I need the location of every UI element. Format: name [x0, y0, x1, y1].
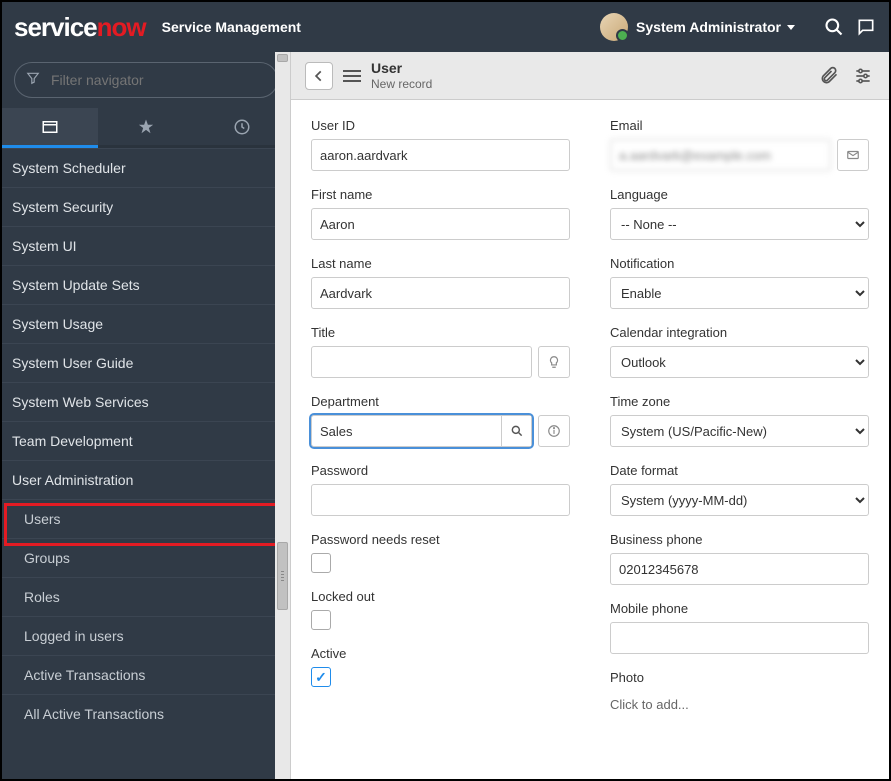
active-label: Active [311, 646, 570, 661]
nav-item-system-update-sets[interactable]: System Update Sets [2, 265, 290, 304]
form-right-column: Email Language -- None -- Noti [610, 118, 869, 712]
tab-all-applications[interactable] [2, 108, 98, 148]
date-format-label: Date format [610, 463, 869, 478]
form-header: User New record [291, 52, 889, 100]
chat-icon[interactable] [855, 16, 877, 38]
user-name-label[interactable]: System Administrator [636, 19, 781, 35]
sidebar-scrollbar[interactable] [275, 52, 290, 779]
language-label: Language [610, 187, 869, 202]
date-format-select[interactable]: System (yyyy-MM-dd) [610, 484, 869, 516]
nav-item-all-active-transactions[interactable]: All Active Transactions [2, 694, 290, 733]
first-name-label: First name [311, 187, 570, 202]
calendar-label: Calendar integration [610, 325, 869, 340]
nav-item-system-ui[interactable]: System UI [2, 226, 290, 265]
calendar-select[interactable]: Outlook [610, 346, 869, 378]
nav-item-system-web-services[interactable]: System Web Services [2, 382, 290, 421]
mobile-phone-input[interactable] [610, 622, 869, 654]
user-menu-caret-icon[interactable] [787, 25, 795, 30]
nav-item-system-usage[interactable]: System Usage [2, 304, 290, 343]
password-reset-label: Password needs reset [311, 532, 570, 547]
logo: servicenow [14, 12, 146, 43]
nav-item-system-user-guide[interactable]: System User Guide [2, 343, 290, 382]
nav-item-logged-in-users[interactable]: Logged in users [2, 616, 290, 655]
password-input[interactable] [311, 484, 570, 516]
department-lookup-icon[interactable] [501, 416, 531, 446]
email-label: Email [610, 118, 869, 133]
timezone-label: Time zone [610, 394, 869, 409]
nav-item-system-scheduler[interactable]: System Scheduler [2, 148, 290, 187]
last-name-input[interactable] [311, 277, 570, 309]
password-reset-checkbox[interactable] [311, 553, 331, 573]
top-banner: servicenow Service Management System Adm… [2, 2, 889, 52]
business-phone-input[interactable] [610, 553, 869, 585]
nav-item-roles[interactable]: Roles [2, 577, 290, 616]
nav-item-users[interactable]: Users [2, 499, 290, 538]
search-icon[interactable] [823, 16, 845, 38]
title-input[interactable] [311, 346, 532, 378]
left-sidebar: System SchedulerSystem SecuritySystem UI… [2, 52, 290, 779]
password-label: Password [311, 463, 570, 478]
nav-item-team-development[interactable]: Team Development [2, 421, 290, 460]
nav-item-active-transactions[interactable]: Active Transactions [2, 655, 290, 694]
department-label: Department [311, 394, 570, 409]
language-select[interactable]: -- None -- [610, 208, 869, 240]
first-name-input[interactable] [311, 208, 570, 240]
user-avatar[interactable] [600, 13, 628, 41]
user-id-input[interactable] [311, 139, 570, 171]
department-info-icon[interactable] [538, 415, 570, 447]
settings-icon[interactable] [851, 64, 875, 88]
email-send-icon[interactable] [837, 139, 869, 171]
back-button[interactable] [305, 62, 333, 90]
notification-label: Notification [610, 256, 869, 271]
mobile-phone-label: Mobile phone [610, 601, 869, 616]
department-input[interactable] [311, 415, 532, 447]
timezone-select[interactable]: System (US/Pacific-New) [610, 415, 869, 447]
last-name-label: Last name [311, 256, 570, 271]
locked-out-checkbox[interactable] [311, 610, 331, 630]
title-suggestion-icon[interactable] [538, 346, 570, 378]
photo-label: Photo [610, 670, 869, 685]
form-left-column: User ID First name Last name Title [311, 118, 570, 712]
user-id-label: User ID [311, 118, 570, 133]
active-checkbox[interactable] [311, 667, 331, 687]
filter-navigator-input[interactable] [14, 62, 278, 98]
form-title: User [371, 60, 432, 77]
locked-out-label: Locked out [311, 589, 570, 604]
nav-scroll-area[interactable]: System SchedulerSystem SecuritySystem UI… [2, 148, 290, 779]
funnel-icon [26, 71, 40, 90]
nav-item-user-administration[interactable]: User Administration [2, 460, 290, 499]
photo-add-link[interactable]: Click to add... [610, 691, 869, 712]
sidebar-tabs [2, 108, 290, 148]
form-menu-icon[interactable] [343, 70, 361, 82]
attachment-icon[interactable] [817, 64, 841, 88]
notification-select[interactable]: Enable [610, 277, 869, 309]
app-subtitle: Service Management [162, 19, 301, 35]
form-body: User ID First name Last name Title [291, 100, 889, 779]
logo-text-1: service [14, 12, 97, 42]
main-content: User New record User ID First nam [290, 52, 889, 779]
title-label: Title [311, 325, 570, 340]
nav-item-groups[interactable]: Groups [2, 538, 290, 577]
logo-text-2: now [97, 12, 146, 42]
email-input[interactable] [610, 139, 831, 171]
nav-item-system-security[interactable]: System Security [2, 187, 290, 226]
form-subtitle: New record [371, 77, 432, 91]
business-phone-label: Business phone [610, 532, 869, 547]
tab-favorites[interactable] [98, 108, 194, 145]
